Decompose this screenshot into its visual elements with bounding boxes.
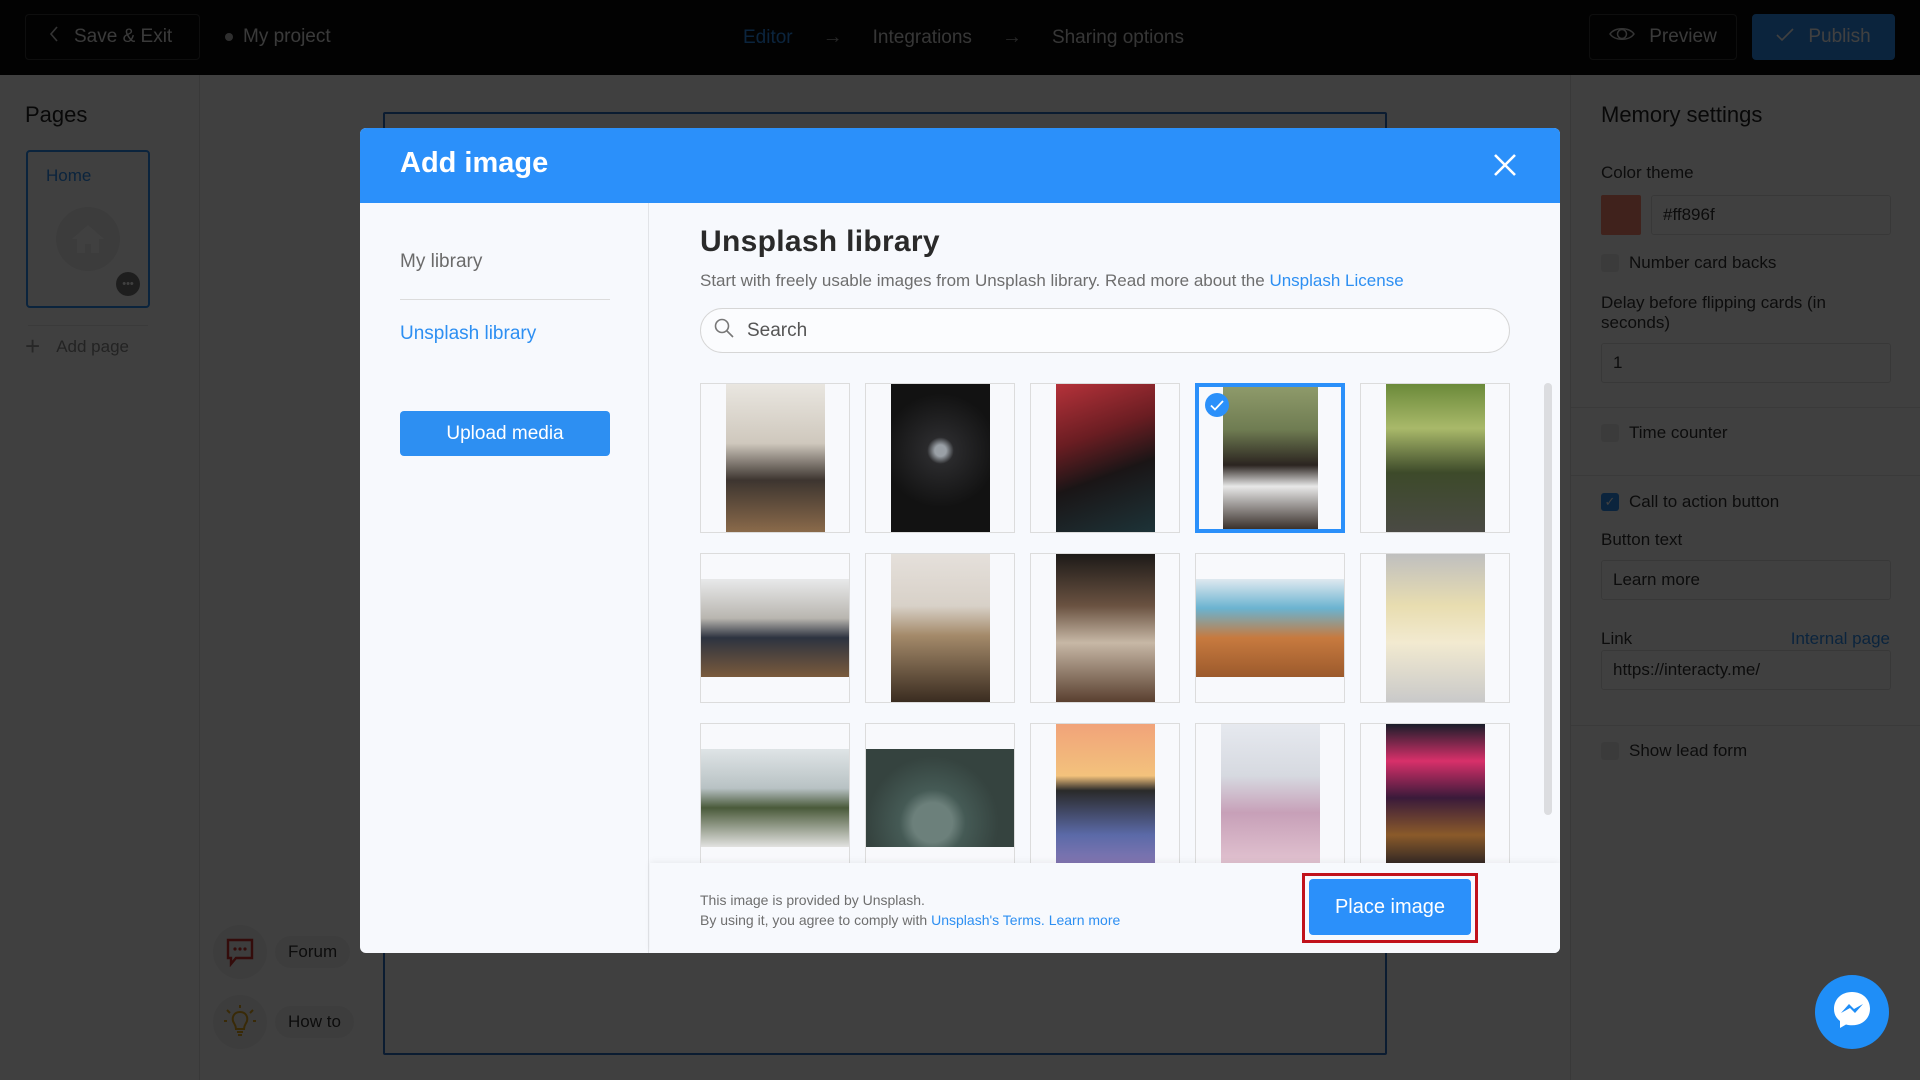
library-description: Start with freely usable images from Uns… xyxy=(700,271,1404,291)
thumbnail-image xyxy=(891,554,990,702)
image-tile-neon-city-street[interactable] xyxy=(1360,723,1510,863)
upload-media-button[interactable]: Upload media xyxy=(400,411,610,456)
close-icon[interactable] xyxy=(1488,148,1522,182)
thumbnail-image xyxy=(1386,554,1485,702)
modal-header: Add image xyxy=(360,128,1560,203)
image-tile-man-sunglasses-sunset[interactable] xyxy=(1030,723,1180,863)
search-input[interactable] xyxy=(747,319,1487,342)
attribution-text: This image is provided by Unsplash. By u… xyxy=(700,890,1120,930)
thumbnail-image xyxy=(1386,384,1485,532)
thumbnail-image xyxy=(1056,724,1155,863)
thumbnail-image xyxy=(1221,724,1320,863)
thumbnail-image xyxy=(1196,579,1344,677)
nav-unsplash-library[interactable]: Unsplash library xyxy=(400,323,536,345)
search-icon xyxy=(713,317,735,344)
image-grid xyxy=(700,383,1530,863)
image-tile-abstract-green-waves[interactable] xyxy=(865,723,1015,863)
modal-footer: This image is provided by Unsplash. By u… xyxy=(650,863,1560,953)
image-tile-dessert-glasses[interactable] xyxy=(1360,553,1510,703)
image-tile-people-at-desk-loft[interactable] xyxy=(700,383,850,533)
attribution-line-2: By using it, you agree to comply with Un… xyxy=(700,910,1120,930)
image-tile-man-studded-jacket[interactable] xyxy=(1195,383,1345,533)
description-text: Start with freely usable images from Uns… xyxy=(700,271,1270,290)
image-tile-office-plants[interactable] xyxy=(700,723,850,863)
image-tile-dark-tunnel[interactable] xyxy=(865,383,1015,533)
image-tile-forest-road-walkers[interactable] xyxy=(1360,383,1510,533)
terms-text: By using it, you agree to comply with xyxy=(700,912,932,928)
modal-title: Add image xyxy=(400,147,549,179)
nav-my-library[interactable]: My library xyxy=(400,251,482,273)
search-field[interactable] xyxy=(700,308,1510,353)
thumbnail-image xyxy=(1056,554,1155,702)
divider xyxy=(400,299,610,300)
image-tile-woman-hair-tattoo[interactable] xyxy=(1030,553,1180,703)
thumbnail-image xyxy=(891,384,990,532)
thumbnail-image xyxy=(1223,387,1318,529)
image-tile-field-lone-tree[interactable] xyxy=(865,553,1015,703)
thumbnail-image xyxy=(866,749,1014,847)
image-tile-man-laptop-window[interactable] xyxy=(700,553,850,703)
thumbnail-image xyxy=(701,749,849,847)
add-image-modal: Add image My library Unsplash library Up… xyxy=(360,128,1560,953)
messenger-icon xyxy=(1830,988,1874,1037)
library-title: Unsplash library xyxy=(700,225,940,258)
selected-check-icon xyxy=(1205,393,1229,417)
attribution-line-1: This image is provided by Unsplash. xyxy=(700,892,925,908)
unsplash-terms-link[interactable]: Unsplash's Terms. xyxy=(931,912,1045,928)
learn-more-link[interactable]: Learn more xyxy=(1049,912,1121,928)
messenger-chat-button[interactable] xyxy=(1815,975,1889,1049)
thumbnail-image xyxy=(1386,724,1485,863)
thumbnail-image xyxy=(1056,384,1155,532)
place-image-button[interactable]: Place image xyxy=(1309,879,1471,935)
thumbnail-image xyxy=(701,579,849,677)
thumbnail-image xyxy=(726,384,825,532)
image-tile-woman-yoga-rooftop[interactable] xyxy=(1195,723,1345,863)
unsplash-license-link[interactable]: Unsplash License xyxy=(1269,271,1403,290)
grid-scrollbar[interactable] xyxy=(1544,383,1552,815)
image-tile-beach-cliffs[interactable] xyxy=(1195,553,1345,703)
image-tile-woman-sunglasses-red[interactable] xyxy=(1030,383,1180,533)
modal-sidebar: My library Unsplash library Upload media xyxy=(360,203,649,953)
